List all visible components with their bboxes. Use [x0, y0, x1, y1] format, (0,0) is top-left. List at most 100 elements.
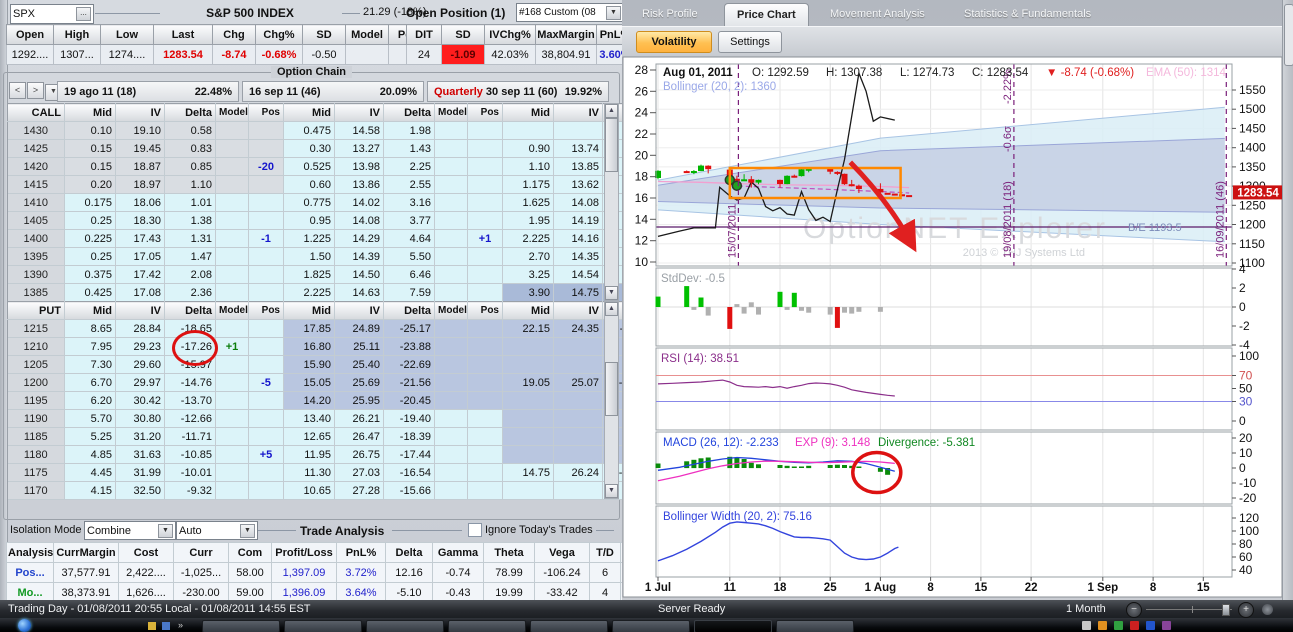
call-scrollbar-thumb[interactable] [605, 118, 618, 172]
strike-cell[interactable]: 1390 [7, 265, 65, 284]
chain-cell[interactable]: 0.175 [64, 193, 116, 212]
chain-cell[interactable]: 0.20 [64, 175, 116, 194]
chain-cell[interactable]: 14.08 [553, 193, 603, 212]
chain-cell[interactable] [467, 445, 503, 464]
chain-cell[interactable]: 24.89 [334, 319, 384, 338]
chain-cell[interactable] [248, 391, 284, 410]
chain-cell[interactable]: 1.225 [283, 229, 335, 248]
chain-cell[interactable]: 14.58 [334, 121, 384, 140]
chain-cell[interactable] [434, 409, 468, 428]
chain-cell[interactable] [434, 427, 468, 446]
chain-cell[interactable]: -23.88 [383, 337, 435, 356]
chain-cell[interactable]: 2.225 [283, 283, 335, 302]
chain-cell[interactable]: 31.20 [115, 427, 165, 446]
zoom-in-button[interactable]: + [1238, 602, 1254, 618]
chain-cell[interactable]: 4.15 [64, 481, 116, 500]
chain-cell[interactable]: 0.525 [283, 157, 335, 176]
chain-cell[interactable] [215, 481, 249, 500]
chain-cell[interactable]: 0.25 [64, 211, 116, 230]
chain-cell[interactable]: 13.62 [553, 175, 603, 194]
taskbar-button[interactable] [202, 620, 280, 632]
quicklaunch-icon[interactable] [148, 622, 156, 630]
chain-cell[interactable] [434, 373, 468, 392]
chain-cell[interactable] [215, 463, 249, 482]
taskbar-button[interactable] [776, 620, 854, 632]
chain-cell[interactable]: 14.63 [334, 283, 384, 302]
chain-cell[interactable] [215, 193, 249, 212]
chain-cell[interactable]: 11.95 [283, 445, 335, 464]
chain-cell[interactable] [248, 139, 284, 158]
chain-cell[interactable]: 27.03 [334, 463, 384, 482]
chain-cell[interactable] [434, 355, 468, 374]
chain-cell[interactable]: 26.24 [553, 463, 603, 482]
chain-cell[interactable]: +1 [215, 337, 249, 356]
chain-cell[interactable] [467, 247, 503, 266]
strike-cell[interactable]: 1385 [7, 283, 65, 302]
taskbar-button[interactable] [366, 620, 444, 632]
chain-cell[interactable]: 5.50 [383, 247, 435, 266]
chain-cell[interactable]: 18.30 [115, 211, 165, 230]
chain-cell[interactable]: 5.25 [64, 427, 116, 446]
chain-cell[interactable]: -17.44 [383, 445, 435, 464]
chain-cell[interactable] [467, 355, 503, 374]
trade-row-label[interactable]: Pos... [6, 562, 54, 583]
chain-cell[interactable]: 25.40 [334, 355, 384, 374]
chain-cell[interactable]: 14.02 [334, 193, 384, 212]
chain-cell[interactable]: 13.98 [334, 157, 384, 176]
chain-cell[interactable] [434, 247, 468, 266]
chain-cell[interactable] [248, 463, 284, 482]
chain-cell[interactable]: 1.31 [164, 229, 216, 248]
chain-cell[interactable] [215, 157, 249, 176]
chain-cell[interactable]: -20.45 [383, 391, 435, 410]
chain-cell[interactable]: 5.70 [64, 409, 116, 428]
chain-cell[interactable]: 14.39 [334, 247, 384, 266]
chain-cell[interactable]: 26.21 [334, 409, 384, 428]
chain-cell[interactable]: 18.97 [115, 175, 165, 194]
chain-cell[interactable]: 17.05 [115, 247, 165, 266]
chain-cell[interactable]: -25.17 [383, 319, 435, 338]
chain-cell[interactable] [215, 121, 249, 140]
chain-cell[interactable]: 29.23 [115, 337, 165, 356]
chain-cell[interactable]: 25.11 [334, 337, 384, 356]
chain-cell[interactable]: 8.65 [64, 319, 116, 338]
chain-cell[interactable]: 24.35 [553, 319, 603, 338]
isolation-mode-select[interactable]: Combine ▼ [84, 521, 176, 540]
chain-cell[interactable] [248, 481, 284, 500]
chain-cell[interactable]: -1 [248, 229, 284, 248]
chain-cell[interactable]: -10.85 [164, 445, 216, 464]
chevron-down-icon[interactable]: ▼ [240, 523, 255, 538]
chain-cell[interactable]: 1.95 [502, 211, 554, 230]
chain-cell[interactable]: 0.25 [64, 247, 116, 266]
chain-cell[interactable]: 29.97 [115, 373, 165, 392]
strike-cell[interactable]: 1190 [7, 409, 65, 428]
chain-cell[interactable]: -17.26 [164, 337, 216, 356]
chain-cell[interactable]: 14.54 [553, 265, 603, 284]
taskbar-button[interactable] [448, 620, 526, 632]
chain-cell[interactable]: 0.775 [283, 193, 335, 212]
strike-cell[interactable]: 1415 [7, 175, 65, 194]
tray-icon[interactable] [1146, 621, 1155, 630]
chain-cell[interactable]: 19.10 [115, 121, 165, 140]
chain-cell[interactable]: 2.25 [383, 157, 435, 176]
chain-cell[interactable]: 13.86 [334, 175, 384, 194]
chain-cell[interactable]: 6.70 [64, 373, 116, 392]
taskbar-button[interactable] [612, 620, 690, 632]
chain-cell[interactable]: 14.16 [553, 229, 603, 248]
chain-cell[interactable]: 28.84 [115, 319, 165, 338]
chain-cell[interactable] [467, 481, 503, 500]
strike-cell[interactable]: 1205 [7, 355, 65, 374]
chain-cell[interactable] [502, 121, 554, 140]
chain-cell[interactable]: 19.05 [502, 373, 554, 392]
strike-cell[interactable]: 1215 [7, 319, 65, 338]
chain-cell[interactable]: 17.43 [115, 229, 165, 248]
chain-cell[interactable]: 7.30 [64, 355, 116, 374]
chevron-down-icon[interactable]: ▼ [606, 5, 621, 20]
chain-cell[interactable]: 29.60 [115, 355, 165, 374]
chain-cell[interactable]: 25.95 [334, 391, 384, 410]
chain-cell[interactable] [434, 463, 468, 482]
chain-cell[interactable] [434, 157, 468, 176]
chain-cell[interactable]: 14.75 [502, 463, 554, 482]
chain-cell[interactable]: 7.95 [64, 337, 116, 356]
chain-cell[interactable]: -15.97 [164, 355, 216, 374]
chain-cell[interactable]: 22.15 [502, 319, 554, 338]
